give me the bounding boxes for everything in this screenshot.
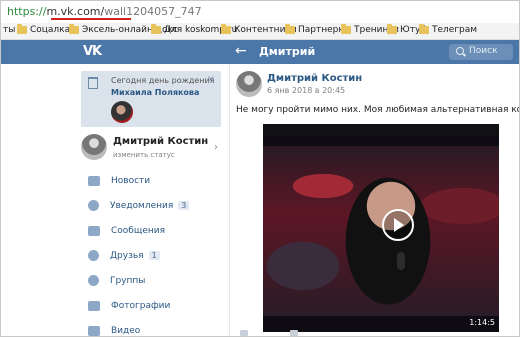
- folder-icon: [387, 24, 397, 34]
- profile-card[interactable]: Дмитрий Костин изменить статус ›: [81, 134, 226, 164]
- friends-icon: [88, 250, 99, 261]
- message-icon: [88, 225, 100, 236]
- search-icon: [456, 47, 464, 55]
- chevron-right-icon[interactable]: ›: [214, 142, 218, 153]
- sidebar-item-label: Сообщения: [111, 225, 166, 236]
- bell-icon: [88, 200, 99, 211]
- url-text[interactable]: https://m.vk.com/wall1204057_747: [7, 5, 202, 18]
- post-actions: [240, 330, 440, 336]
- sidebar-item-label: Видео: [111, 325, 141, 336]
- url-host: m.vk.com/: [46, 5, 105, 18]
- sidebar-item-label: Группы: [110, 275, 146, 286]
- counter-badge: 3: [178, 201, 190, 210]
- folder-icon: [151, 24, 161, 34]
- news-icon: [88, 175, 100, 186]
- birthday-card[interactable]: Сегодня день рождения Михаила Полякова ×: [81, 71, 221, 127]
- video-duration: 1:14:5: [469, 318, 495, 327]
- post-date[interactable]: 6 янв 2018 в 20:45: [267, 86, 345, 95]
- camera-icon: [88, 300, 100, 311]
- url-path: wall1204057_747: [104, 5, 202, 18]
- folder-icon: [285, 24, 295, 34]
- wall-post: Дмитрий Костин 6 янв 2018 в 20:45 Не мог…: [230, 64, 519, 336]
- address-bar[interactable]: https://m.vk.com/wall1204057_747: [1, 1, 519, 24]
- microphone-image: [397, 252, 405, 270]
- sidebar-item-notifications[interactable]: Уведомления 3: [83, 193, 229, 218]
- video-thumbnail: [263, 146, 499, 316]
- post-text: Не могу пройти мимо них. Моя любимая аль…: [236, 105, 519, 115]
- bookmark-label: ты: [3, 25, 16, 35]
- browser-window: https://m.vk.com/wall1204057_747 ты Соца…: [0, 0, 520, 337]
- url-protocol: https://: [7, 5, 47, 18]
- sidebar: Сегодня день рождения Михаила Полякова ×…: [1, 64, 229, 336]
- bookmark-item[interactable]: ты: [3, 25, 15, 35]
- folder-icon: [419, 24, 429, 34]
- video-top-bar: [263, 124, 499, 136]
- avatar[interactable]: [81, 134, 107, 160]
- groups-icon: [88, 275, 99, 286]
- share-icon[interactable]: [290, 330, 298, 336]
- avatar[interactable]: [111, 101, 133, 123]
- sidebar-item-label: Уведомления: [110, 200, 174, 211]
- video-player[interactable]: 1:14:5: [263, 124, 499, 332]
- vk-logo-icon[interactable]: VK: [83, 44, 105, 60]
- folder-icon: [341, 24, 351, 34]
- bookmark-label: Телеграм: [432, 25, 478, 35]
- video-icon: [88, 325, 100, 336]
- page-title: Дмитрий: [259, 45, 316, 58]
- profile-name[interactable]: Дмитрий Костин: [113, 136, 208, 147]
- folder-icon: [221, 24, 231, 34]
- sidebar-item-label: Друзья: [110, 250, 144, 261]
- sidebar-item-label: Новости: [111, 175, 151, 186]
- sidebar-item-friends[interactable]: Друзья 1: [83, 243, 229, 268]
- sidebar-item-messages[interactable]: Сообщения: [83, 218, 229, 243]
- vk-header: VK ← Дмитрий Поиск: [1, 40, 519, 64]
- sidebar-item-groups[interactable]: Группы: [83, 268, 229, 293]
- like-icon[interactable]: [240, 330, 248, 336]
- sidebar-item-photos[interactable]: Фотографии: [83, 293, 229, 318]
- post-author[interactable]: Дмитрий Костин: [267, 73, 362, 84]
- sidebar-item-news[interactable]: Новости: [83, 168, 229, 193]
- bookmark-item[interactable]: Партнерки: [285, 24, 350, 35]
- back-arrow-icon[interactable]: ←: [235, 43, 247, 59]
- close-icon[interactable]: ×: [207, 74, 215, 85]
- bookmark-label: Соцалка: [30, 25, 71, 35]
- bookmark-item[interactable]: Соцалка: [17, 24, 71, 35]
- highlight-underline: [51, 18, 131, 20]
- bookmark-item[interactable]: Телеграм: [419, 24, 478, 35]
- folder-icon: [69, 24, 79, 34]
- birthday-text: Сегодня день рождения: [111, 76, 215, 85]
- counter-badge: 1: [148, 251, 160, 260]
- search-button[interactable]: Поиск: [449, 44, 513, 60]
- change-status-link[interactable]: изменить статус: [113, 151, 175, 159]
- sidebar-item-label: Фотографии: [111, 300, 171, 311]
- play-icon[interactable]: [382, 209, 414, 241]
- birthday-name[interactable]: Михаила Полякова: [111, 88, 199, 97]
- avatar[interactable]: [236, 71, 262, 97]
- bookmarks-bar: ты Соцалка Эксель-онлайн докс Для koskom…: [1, 23, 519, 40]
- search-label: Поиск: [469, 46, 498, 56]
- sidebar-item-video[interactable]: Видео: [83, 318, 229, 336]
- folder-icon: [17, 24, 27, 34]
- gift-icon: [88, 77, 98, 89]
- sidebar-menu: Новости Уведомления 3 Сообщения Друзья 1 Г…: [83, 168, 229, 336]
